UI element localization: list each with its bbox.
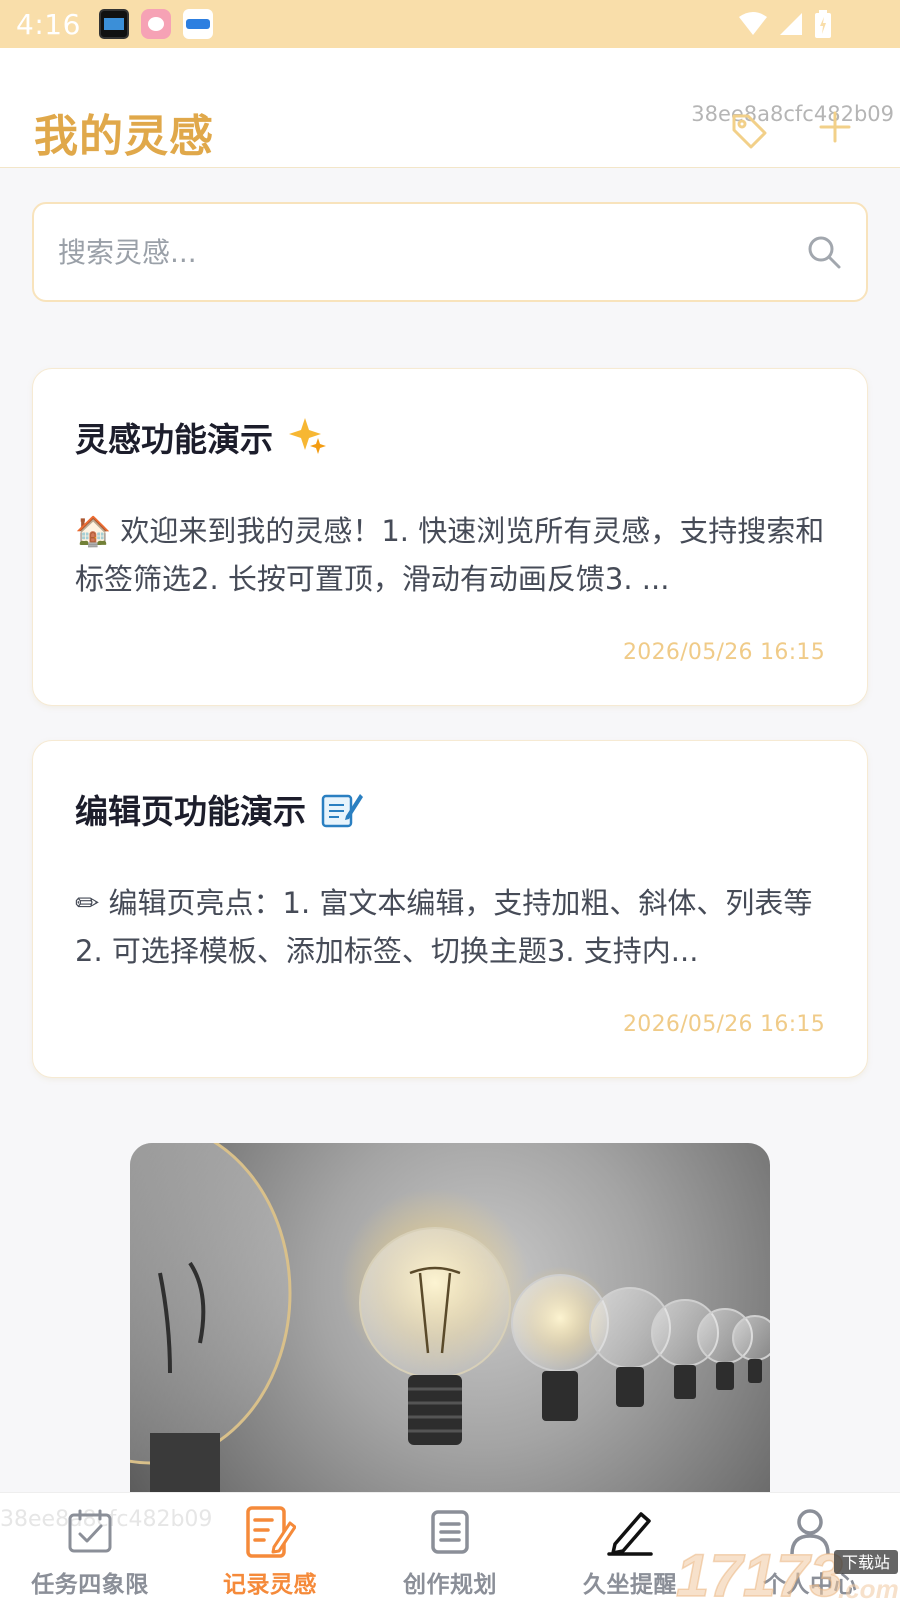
lightbulbs-illustration — [130, 1143, 770, 1493]
battery-icon — [815, 10, 831, 38]
memo-icon — [321, 794, 363, 828]
bottom-navigation: 38ee8a8cfc482b09 任务四象限 记录灵感 创作规划 久坐提醒 个人… — [0, 1492, 900, 1600]
watermark-logo: 17173 下载站 .com — [675, 1541, 899, 1600]
note-card[interactable]: 编辑页功能演示 ✏ 编辑页亮点：1. 富文本编辑，支持加粗、斜体、列表等2. 可… — [32, 740, 868, 1078]
wifi-icon — [739, 12, 767, 35]
note-preview: ✏ 编辑页亮点：1. 富文本编辑，支持加粗、斜体、列表等2. 可选择模板、添加标… — [75, 886, 813, 968]
note-date: 2026/05/26 16:15 — [623, 1012, 825, 1037]
tab-task-quadrant[interactable]: 任务四象限 — [0, 1493, 180, 1600]
device-id: 38ee8a8cfc482b09 — [691, 102, 894, 126]
tab-label: 久坐提醒 — [583, 1572, 677, 1598]
note-title-text: 编辑页功能演示 — [75, 792, 306, 831]
svg-text:下载站: 下载站 — [842, 1553, 890, 1572]
note-title: 灵感功能演示 — [75, 413, 329, 461]
note-card[interactable]: 灵感功能演示 🏠 欢迎来到我的灵感！1. 快速浏览所有灵感，支持搜索和标签筛选2… — [32, 368, 868, 706]
pen-icon — [605, 1505, 655, 1559]
note-pen-icon — [244, 1505, 296, 1559]
svg-text:17173: 17173 — [676, 1542, 843, 1600]
status-time: 4:16 — [16, 7, 81, 41]
app-header: 我的灵感 38ee8a8cfc482b09 — [0, 48, 900, 168]
note-title-text: 灵感功能演示 — [75, 420, 273, 459]
status-bar: 4:16 — [0, 0, 900, 48]
notification-app-icon — [98, 9, 129, 39]
cell-signal-icon — [780, 13, 802, 35]
system-icons — [738, 10, 832, 38]
tab-label: 创作规划 — [403, 1572, 497, 1598]
search-icon[interactable] — [806, 234, 842, 270]
tab-creation-plan[interactable]: 创作规划 — [360, 1493, 540, 1600]
svg-text:.com: .com — [838, 1574, 899, 1600]
notification-app-icon — [140, 9, 171, 39]
calendar-check-icon — [66, 1505, 114, 1559]
search-input[interactable] — [58, 204, 778, 300]
tab-label: 记录灵感 — [223, 1572, 317, 1598]
lightbulbs-image — [130, 1143, 770, 1493]
note-preview: 🏠 欢迎来到我的灵感！1. 快速浏览所有灵感，支持搜索和标签筛选2. 长按可置顶… — [75, 514, 825, 596]
plus-icon[interactable] — [818, 110, 852, 144]
page-title: 我的灵感 — [34, 111, 214, 162]
tab-label: 任务四象限 — [31, 1572, 149, 1598]
tab-record-inspiration[interactable]: 记录灵感 — [180, 1493, 360, 1600]
notification-app-icon — [182, 9, 213, 39]
note-date: 2026/05/26 16:15 — [623, 640, 825, 665]
document-list-icon — [429, 1505, 471, 1559]
tag-icon[interactable] — [728, 110, 770, 152]
search-box[interactable] — [32, 202, 868, 302]
sparkles-icon — [289, 418, 326, 454]
note-title: 编辑页功能演示 — [75, 785, 364, 833]
